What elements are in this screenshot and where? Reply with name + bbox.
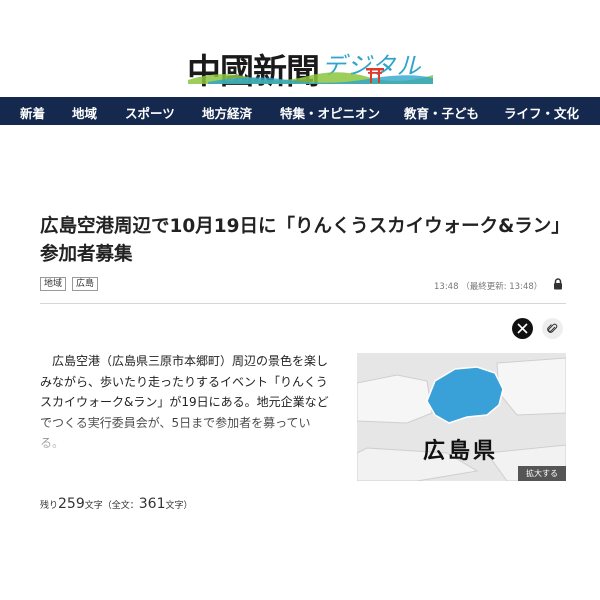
article-tags: 地域 広島	[40, 277, 99, 291]
header-divider	[40, 303, 566, 304]
logo-main-text: 中國新聞	[187, 52, 320, 92]
remaining-suffix: 文字）	[165, 501, 193, 511]
article-body: 広島空港（広島県三原市本郷町）周辺の景色を楽しみながら、歩いたり走ったりするイベ…	[40, 354, 329, 450]
remaining-count: 259	[58, 496, 85, 512]
nav-item-education[interactable]: 教育・子ども	[404, 103, 479, 122]
article-timestamp: 13:48 （最終更新: 13:48）	[434, 282, 543, 292]
torii-icon	[366, 68, 384, 83]
site-logo[interactable]: 中國新聞 デジタル	[0, 40, 600, 92]
map-figure[interactable]: 広島県 拡大する	[357, 353, 566, 481]
tag-hiroshima[interactable]: 広島	[72, 277, 99, 291]
nav-item-opinion[interactable]: 特集・オピニオン	[280, 103, 380, 122]
article-title: 広島空港周辺で10月19日に「りんくうスカイウォーク&ラン」 参加者募集	[40, 216, 570, 265]
nav-item-life[interactable]: ライフ・文化	[504, 103, 579, 122]
paperclip-icon[interactable]	[542, 318, 563, 339]
total-count: 361	[138, 496, 166, 512]
main-nav: 新着 地域 スポーツ 地方経済 特集・オピニオン 教育・子ども ライフ・文化	[0, 97, 600, 125]
remaining-characters: 残り259文字（全文：361文字）	[40, 496, 193, 512]
nav-item-sports[interactable]: スポーツ	[125, 103, 175, 122]
lock-icon	[554, 278, 562, 290]
x-logo-glyph	[517, 323, 528, 334]
nav-item-new[interactable]: 新着	[20, 103, 45, 122]
expand-button[interactable]: 拡大する	[518, 466, 566, 481]
remaining-prefix: 残り	[40, 501, 59, 511]
logo-wave-graphic	[188, 72, 433, 84]
tag-region[interactable]: 地域	[40, 277, 67, 291]
nav-item-economy[interactable]: 地方経済	[202, 103, 252, 122]
paperclip-glyph	[547, 323, 558, 333]
nav-item-region[interactable]: 地域	[72, 103, 97, 122]
x-share-icon[interactable]	[512, 318, 533, 339]
remaining-mid: 文字（全文：	[84, 501, 139, 511]
figure-caption-label: 広島県	[423, 439, 499, 464]
